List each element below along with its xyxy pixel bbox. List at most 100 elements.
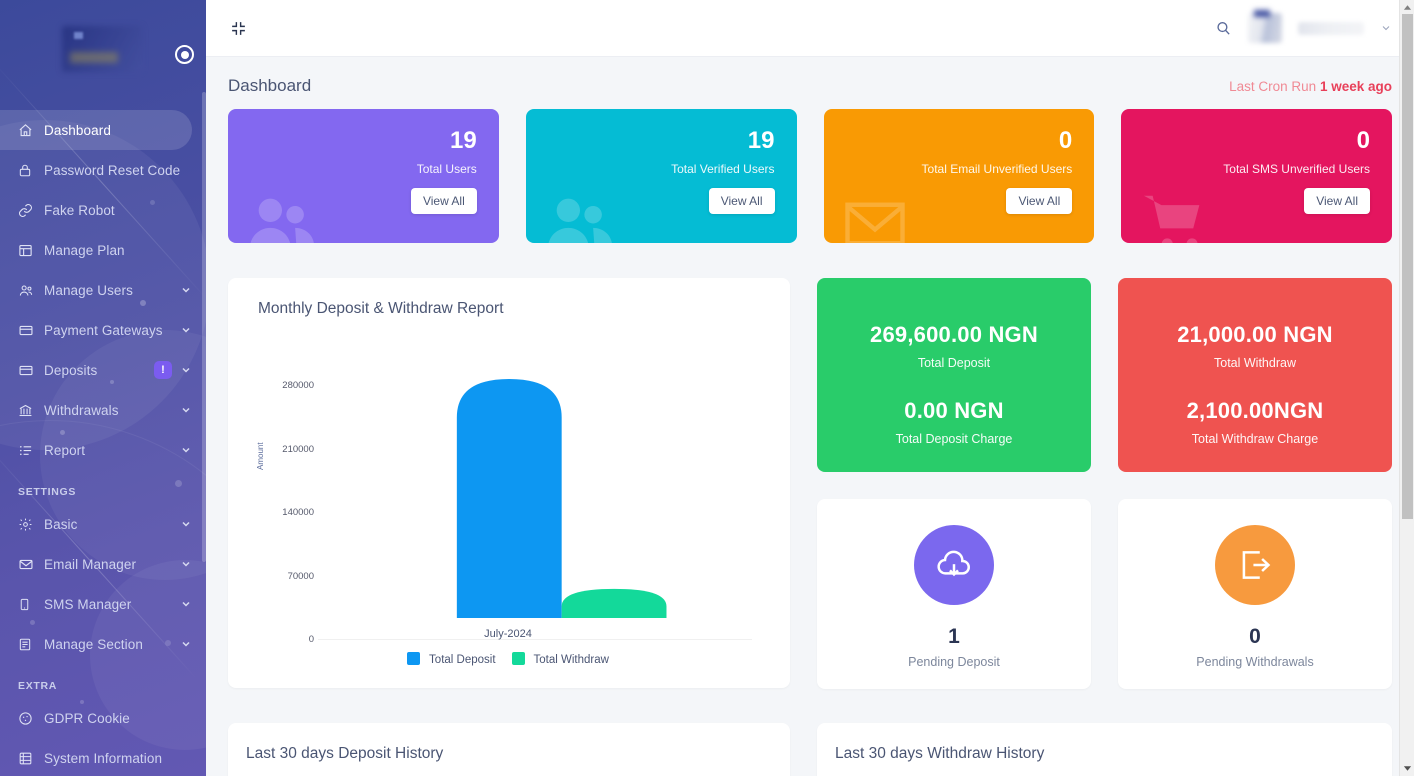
site-logo-mark (74, 32, 83, 39)
list-icon (18, 443, 44, 458)
page-scrollbar[interactable] (1399, 0, 1414, 776)
sidebar-item-sms-manager[interactable]: SMS Manager (0, 584, 206, 624)
sidebar-item-label: Deposits (44, 362, 98, 378)
pending-deposit-value: 1 (948, 625, 960, 648)
scroll-up-arrow-icon[interactable] (1403, 4, 1412, 11)
chevron-down-icon (182, 407, 190, 413)
sidebar-item-dashboard[interactable]: Dashboard (0, 110, 192, 150)
scroll-down-arrow-icon[interactable] (1403, 765, 1412, 772)
sidebar-nav: Dashboard Password Reset Code Fake Robot… (0, 110, 206, 776)
sidebar-scrollbar[interactable] (202, 92, 206, 562)
sidebar-item-email-manager[interactable]: Email Manager (0, 544, 206, 584)
page-header: Dashboard Last Cron Run 1 week ago (228, 57, 1392, 109)
chevron-down-icon (182, 447, 190, 453)
stat-card-email-unverified-users: 0 Total Email Unverified Users View All (823, 109, 1095, 243)
sidebar-item-system-information[interactable]: System Information (0, 738, 206, 776)
stat-caption: Total SMS Unverified Users (1223, 162, 1370, 176)
stat-card-sms-unverified-users: 0 Total SMS Unverified Users View All (1121, 109, 1392, 243)
chart-plot-area (318, 330, 752, 618)
stat-value: 19 (450, 127, 477, 154)
pending-deposit-card[interactable]: 1 Pending Deposit (817, 499, 1091, 689)
sidebar-item-basic[interactable]: Basic (0, 504, 206, 544)
bank-icon (18, 403, 44, 418)
y-tick-label: 210000 (282, 444, 314, 455)
sidebar-item-manage-section[interactable]: Manage Section (0, 624, 206, 664)
sidebar-item-label: Dashboard (44, 122, 111, 138)
home-icon (18, 123, 44, 138)
summary-column: 269,600.00 NGN Total Deposit 0.00 NGN To… (817, 278, 1392, 689)
deposit-history-title: Last 30 days Deposit History (246, 745, 444, 762)
cron-label: Last Cron Run (1229, 78, 1317, 94)
sidebar-caption-extra: EXTRA (18, 680, 58, 692)
users-icon (548, 198, 612, 243)
view-all-button[interactable]: View All (708, 188, 775, 214)
sidebar-item-password-reset-code[interactable]: Password Reset Code (0, 150, 206, 190)
legend-swatch (511, 652, 525, 665)
total-withdraw-caption: Total Withdraw (1214, 356, 1296, 370)
monthly-report-chart: Amount 280000 210000 140000 70000 0 July… (246, 330, 770, 680)
sidebar-item-fake-robot[interactable]: Fake Robot (0, 190, 206, 230)
stat-card-total-users: 19 Total Users View All (228, 109, 499, 243)
avatar[interactable] (1248, 13, 1282, 43)
chart-bars (456, 378, 667, 618)
withdraw-history-card: Last 30 days Withdraw History (817, 723, 1392, 776)
scrollbar-thumb[interactable] (1402, 14, 1413, 519)
topbar (206, 0, 1414, 57)
username-label[interactable] (1298, 21, 1364, 35)
sidebar-item-manage-users[interactable]: Manage Users (0, 270, 206, 310)
sidebar-item-deposits[interactable]: Deposits ! (0, 350, 206, 390)
view-all-button[interactable]: View All (410, 188, 477, 214)
lock-icon (18, 163, 44, 178)
chevron-down-icon[interactable] (1380, 22, 1392, 34)
pending-withdrawals-value: 0 (1249, 625, 1261, 648)
sidebar-item-label: Basic (44, 516, 78, 532)
sidebar-item-label: Payment Gateways (44, 322, 163, 338)
view-all-button[interactable]: View All (1006, 188, 1073, 214)
sidebar-item-manage-plan[interactable]: Manage Plan (0, 230, 206, 270)
sidebar-item-label: System Information (44, 750, 163, 766)
chevron-down-icon (182, 561, 190, 567)
collapse-sidebar-button[interactable] (224, 14, 252, 42)
sidebar-item-label: Withdrawals (44, 402, 119, 418)
total-deposit-charge-caption: Total Deposit Charge (895, 432, 1013, 446)
sidebar-item-payment-gateways[interactable]: Payment Gateways (0, 310, 206, 350)
legend-label: Total Withdraw (533, 654, 609, 666)
total-deposit-amount: 269,600.00 NGN (870, 322, 1038, 347)
cookie-icon (18, 711, 44, 726)
chart-legend: Total Deposit Total Withdraw (246, 652, 770, 666)
sidebar-item-withdrawals[interactable]: Withdrawals (0, 390, 206, 430)
sidebar-item-report[interactable]: Report (0, 430, 206, 470)
stat-value: 19 (747, 127, 775, 154)
sidebar-item-label: Manage Plan (44, 242, 125, 258)
stat-value: 0 (1058, 127, 1073, 154)
legend-item-total-deposit[interactable]: Total Deposit (407, 652, 496, 666)
total-deposit-caption: Total Deposit (917, 356, 991, 370)
stat-caption: Total Email Unverified Users (921, 162, 1073, 176)
monthly-report-card: Monthly Deposit & Withdraw Report Amount… (228, 278, 790, 688)
gear-icon (18, 517, 44, 532)
sidebar-item-label: Manage Users (44, 282, 133, 298)
sidebar: Dashboard Password Reset Code Fake Robot… (0, 0, 206, 776)
legend-item-total-withdraw[interactable]: Total Withdraw (511, 652, 609, 666)
deposit-history-card: Last 30 days Deposit History (228, 723, 790, 776)
pending-deposit-caption: Pending Deposit (908, 655, 1000, 669)
sidebar-item-gdpr-cookie[interactable]: GDPR Cookie (0, 698, 206, 738)
sidebar-item-label: Fake Robot (44, 202, 115, 218)
legend-label: Total Deposit (429, 654, 496, 666)
stat-cards-row: 19 Total Users View All 19 Total Verifie… (228, 109, 1392, 243)
card-icon (18, 363, 44, 378)
view-all-button[interactable]: View All (1304, 188, 1370, 214)
bar-total-deposit[interactable] (456, 378, 562, 618)
search-icon[interactable] (1215, 20, 1232, 37)
compress-icon (231, 21, 245, 35)
pending-withdrawals-caption: Pending Withdrawals (1196, 655, 1314, 669)
link-icon (18, 203, 44, 218)
cron-value: 1 week ago (1319, 78, 1392, 94)
card-icon (18, 323, 44, 338)
pending-withdrawals-card[interactable]: 0 Pending Withdrawals (1118, 499, 1392, 689)
bar-total-withdraw[interactable] (561, 588, 667, 618)
sidebar-toggle-button[interactable] (175, 45, 194, 64)
chevron-down-icon (182, 521, 190, 527)
stat-caption: Total Users (416, 162, 477, 176)
sidebar-item-label: Email Manager (44, 556, 137, 572)
